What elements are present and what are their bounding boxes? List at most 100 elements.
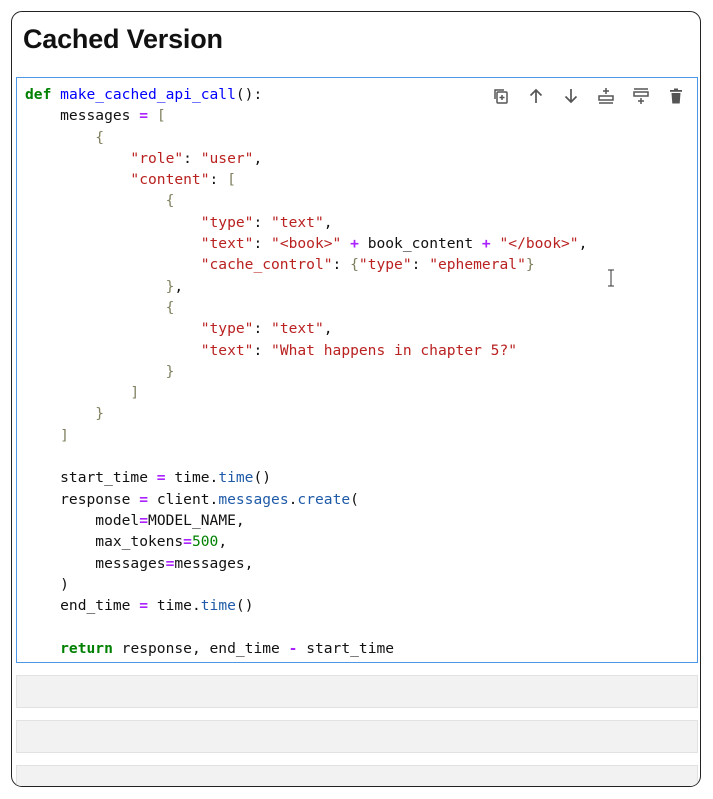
code-token: "type" xyxy=(25,213,254,231)
code-line: def make_cached_api_call(): xyxy=(25,86,262,103)
insert-above-button[interactable] xyxy=(592,84,619,108)
code-token: "text" xyxy=(271,213,324,231)
code-line: }, xyxy=(25,277,184,295)
code-token: start_time xyxy=(297,639,395,657)
delete-button[interactable] xyxy=(662,84,689,108)
code-token: return xyxy=(25,639,113,657)
code-line: "text": "<book>" + book_content + "</boo… xyxy=(25,235,588,253)
code-token: "text" xyxy=(25,235,254,253)
code-token: { xyxy=(350,256,359,274)
code-token: } xyxy=(25,405,105,423)
code-line: start_time = time.time() xyxy=(25,469,271,486)
code-token: time. xyxy=(148,597,201,615)
code-token: client. xyxy=(148,490,219,508)
code-line: { xyxy=(25,299,175,316)
code-token: } xyxy=(25,362,175,380)
code-token: { xyxy=(25,192,175,210)
code-editor[interactable]: def make_cached_api_call(): messages = [… xyxy=(25,84,587,659)
section-heading: Cached Version xyxy=(23,24,223,54)
code-token: "role" xyxy=(25,149,184,167)
insert-below-button[interactable] xyxy=(627,84,654,108)
code-token: { xyxy=(25,128,105,146)
code-line: max_tokens=500, xyxy=(25,533,227,550)
code-token: "type" xyxy=(358,256,412,274)
code-token: "cache_control" xyxy=(25,256,333,274)
code-token: , xyxy=(323,320,333,338)
code-token: = xyxy=(139,597,149,615)
code-line: messages = [ xyxy=(25,107,166,125)
code-token: response xyxy=(25,490,140,508)
code-line: ) xyxy=(25,576,69,593)
code-token: , xyxy=(218,533,228,551)
code-token: : xyxy=(332,256,351,274)
code-line: } xyxy=(25,362,175,380)
code-line: end_time = time.time() xyxy=(25,597,253,614)
code-token: response, end_time xyxy=(112,639,289,657)
code-line: messages=messages, xyxy=(25,555,253,572)
code-token: ] xyxy=(25,426,69,444)
code-token: messages xyxy=(25,107,140,125)
empty-cell[interactable] xyxy=(16,765,698,786)
empty-cell[interactable] xyxy=(16,675,698,708)
code-token: time xyxy=(218,469,254,487)
code-token: [ xyxy=(148,107,166,125)
code-token: book_content xyxy=(358,235,482,253)
code-token: messages xyxy=(25,554,166,572)
code-token: = xyxy=(183,533,192,551)
code-token: "content" xyxy=(25,171,210,189)
code-token: "text" xyxy=(25,341,254,359)
code-token: } xyxy=(25,277,175,295)
code-token: make_cached_api_call xyxy=(60,86,236,103)
code-token: , xyxy=(174,277,184,295)
code-token: ( xyxy=(350,490,359,508)
code-token: "<book>" xyxy=(271,235,342,253)
code-line: response = client.messages.create( xyxy=(25,491,359,508)
code-line: { xyxy=(25,129,104,146)
code-token: , xyxy=(578,235,588,253)
code-line: { xyxy=(25,192,175,210)
code-token: MODEL_NAME, xyxy=(148,511,245,529)
code-line: "type": "text", xyxy=(25,214,333,231)
insert-below-icon xyxy=(632,88,649,104)
code-token: "type" xyxy=(25,320,254,338)
code-token: model xyxy=(25,511,140,529)
code-cell[interactable]: def make_cached_api_call(): messages = [… xyxy=(16,77,698,663)
code-line: return response, end_time - start_time xyxy=(25,640,394,657)
notebook-panel: Cached Version def make_cached_api_call(… xyxy=(11,11,701,787)
code-line: "role": "user", xyxy=(25,150,262,167)
code-token: "user" xyxy=(200,149,254,167)
code-token: 500 xyxy=(191,533,219,551)
code-token: , xyxy=(323,213,333,231)
code-token: : xyxy=(411,256,430,274)
code-token: "text" xyxy=(271,320,324,338)
code-token: : xyxy=(183,149,201,167)
code-token: = xyxy=(139,511,149,529)
code-token: time. xyxy=(165,469,219,487)
code-line: "content": [ xyxy=(25,171,236,189)
code-token: () xyxy=(253,469,272,487)
code-token: + xyxy=(341,235,359,253)
code-line: ] xyxy=(25,427,69,444)
delete-icon xyxy=(669,88,682,104)
code-token: + xyxy=(481,235,491,253)
code-token: [ xyxy=(227,171,236,189)
code-line: } xyxy=(25,405,104,422)
code-token: : xyxy=(253,341,272,359)
code-token: (): xyxy=(235,86,263,103)
code-token: ] xyxy=(25,384,140,402)
code-token: "What happens in chapter 5?" xyxy=(271,341,518,359)
code-token: , xyxy=(253,149,263,167)
code-line: ] xyxy=(25,384,139,401)
code-token: } xyxy=(525,256,535,274)
code-token: max_tokens xyxy=(25,533,184,551)
empty-cell[interactable] xyxy=(16,720,698,753)
code-token: : xyxy=(253,235,272,253)
code-line: model=MODEL_NAME, xyxy=(25,511,245,529)
code-token: = xyxy=(156,469,166,487)
code-token: ) xyxy=(25,575,69,593)
code-token: end_time xyxy=(25,597,140,615)
code-token: () xyxy=(235,597,254,615)
code-token: : xyxy=(209,171,228,189)
code-token: create xyxy=(297,490,351,508)
